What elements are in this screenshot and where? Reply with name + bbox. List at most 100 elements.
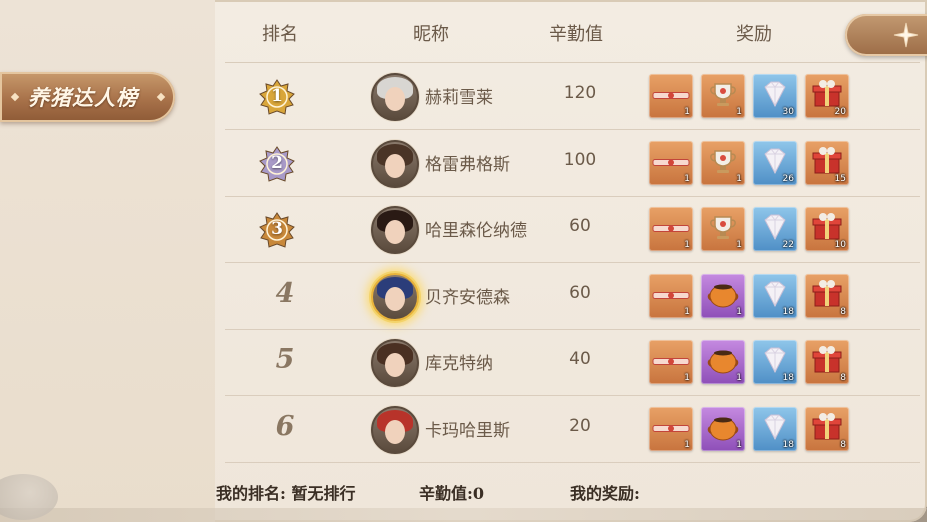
pumpkin-pot-icon [706,278,740,314]
close-icon [893,22,919,48]
reward-item[interactable]: 10 [805,207,849,251]
reward-count: 18 [782,306,794,317]
row-divider [225,461,920,463]
ribbon-ticket-icon [651,353,691,372]
player-name: 哈里森伦纳德 [425,221,527,241]
avatar[interactable] [371,272,419,321]
leaderboard-panel: 养猪达人榜 排名 昵称 辛勤值 奖励 1 赫莉雪莱 120 1 1 30 20 2 格雷弗格斯 1… [0,0,927,522]
rank-number: 1 [271,86,283,106]
reward-count: 15 [834,173,846,184]
rank-number: 4 [275,277,295,309]
rank-medal-icon: 3 [257,211,297,251]
player-score: 40 [569,349,591,369]
reward-count: 8 [840,373,846,383]
reward-item[interactable]: 30 [753,74,797,118]
reward-item[interactable]: 1 [649,406,693,451]
reward-item[interactable]: 1 [701,74,745,118]
reward-item[interactable]: 1 [701,273,745,318]
gift-box-icon [810,344,844,380]
reward-item[interactable]: 1 [649,207,693,251]
avatar[interactable] [371,139,419,188]
reward-item[interactable]: 8 [805,273,849,318]
header-rank: 排名 [262,24,298,45]
player-name: 库克特纳 [425,354,493,374]
table-row: 3 哈里森伦纳德 60 1 1 22 10 [225,197,920,263]
player-name: 格雷弗格斯 [425,154,510,175]
player-score: 60 [569,216,591,236]
player-name: 赫莉雪莱 [425,88,493,108]
player-score: 100 [563,149,597,170]
leaderboard-title: 养猪达人榜 [28,85,138,110]
reward-item[interactable]: 1 [701,406,745,451]
my-score-text: 辛勤值:0 [419,484,485,503]
reward-item[interactable]: 1 [701,340,745,384]
reward-count: 10 [834,240,846,250]
reward-count: 1 [684,173,690,184]
reward-item[interactable]: 18 [753,273,797,318]
close-button[interactable] [845,14,927,56]
reward-count: 1 [684,107,690,117]
reward-count: 30 [782,107,794,117]
avatar[interactable] [371,206,419,254]
reward-count: 1 [736,240,742,250]
table-row: 2 格雷弗格斯 100 1 1 26 15 [225,131,920,197]
my-rank-text: 我的排名: 暂无排行 [216,484,356,503]
reward-count: 1 [736,173,742,184]
reward-count: 1 [684,240,690,250]
gift-box-icon [810,278,844,314]
reward-item[interactable]: 1 [649,273,693,318]
reward-item[interactable]: 1 [649,140,693,185]
reward-item[interactable]: 18 [753,406,797,451]
trophy-cup-icon [707,145,739,181]
table-row: 6 卡玛哈里斯 20 1 1 18 8 [225,397,920,463]
reward-item[interactable]: 26 [753,140,797,185]
reward-count: 20 [834,107,846,117]
reward-item[interactable]: 8 [805,340,849,384]
reward-item[interactable]: 1 [701,207,745,251]
reward-item[interactable]: 15 [805,140,849,185]
avatar[interactable] [371,73,419,121]
rank-number: 2 [271,152,283,173]
ribbon-ticket-icon [651,87,691,106]
reward-count: 18 [782,439,794,450]
table-row: 5 库克特纳 40 1 1 18 8 [225,330,920,396]
player-score: 20 [569,415,591,436]
reward-count: 1 [684,306,690,317]
ribbon-ticket-icon [651,153,691,172]
rank-number: 6 [275,410,295,442]
reward-item[interactable]: 1 [649,340,693,384]
reward-item[interactable]: 1 [649,74,693,118]
rank-medal-icon: 2 [257,145,297,185]
reward-item[interactable]: 1 [701,140,745,185]
reward-count: 18 [782,373,794,383]
reward-item[interactable]: 8 [805,406,849,451]
avatar[interactable] [371,339,419,387]
header-score: 辛勤值 [549,24,603,45]
avatar[interactable] [371,405,419,454]
reward-count: 1 [736,439,742,450]
reward-item[interactable]: 18 [753,340,797,384]
rank-medal-icon: 1 [257,78,297,118]
reward-item[interactable]: 22 [753,207,797,251]
reward-item[interactable]: 20 [805,74,849,118]
reward-count: 1 [684,439,690,450]
reward-count: 22 [782,240,794,250]
reward-count: 1 [736,306,742,317]
header-reward: 奖励 [736,24,772,45]
header-divider [225,62,920,63]
rank-number: 5 [275,344,295,375]
leaderboard-title-ribbon: 养猪达人榜 [0,72,175,122]
rank-number: 3 [271,219,283,239]
player-score: 60 [569,282,591,303]
table-row: 4 贝齐安德森 60 1 1 18 8 [225,264,920,330]
reward-count: 8 [840,306,846,317]
pumpkin-pot-icon [706,344,740,380]
bottom-border [0,508,927,522]
ribbon-ticket-icon [651,286,691,305]
player-name: 贝齐安德森 [425,287,510,308]
gift-box-icon [810,411,844,447]
reward-count: 1 [736,107,742,117]
trophy-cup-icon [707,78,739,114]
ribbon-ticket-icon [651,419,691,438]
trophy-cup-icon [707,211,739,247]
